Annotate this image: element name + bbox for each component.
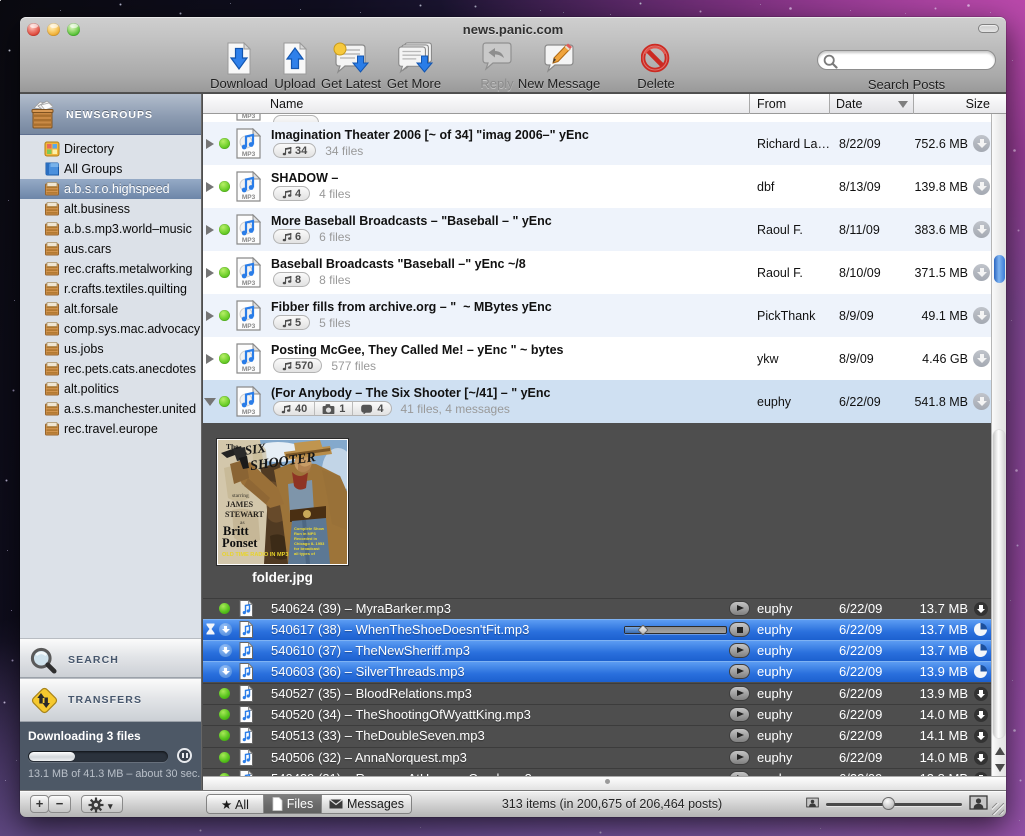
svg-text:STEWART: STEWART: [225, 510, 265, 519]
svg-text:SIX: SIX: [244, 440, 267, 458]
svg-text:OLD TIME RADIO IN MP3: OLD TIME RADIO IN MP3: [222, 552, 289, 558]
svg-text:starring: starring: [232, 493, 249, 499]
svg-text:The: The: [226, 442, 239, 451]
svg-text:Ponset: Ponset: [222, 536, 258, 550]
svg-text:all types of: all types of: [294, 551, 316, 556]
svg-text:JAMES: JAMES: [226, 500, 254, 509]
